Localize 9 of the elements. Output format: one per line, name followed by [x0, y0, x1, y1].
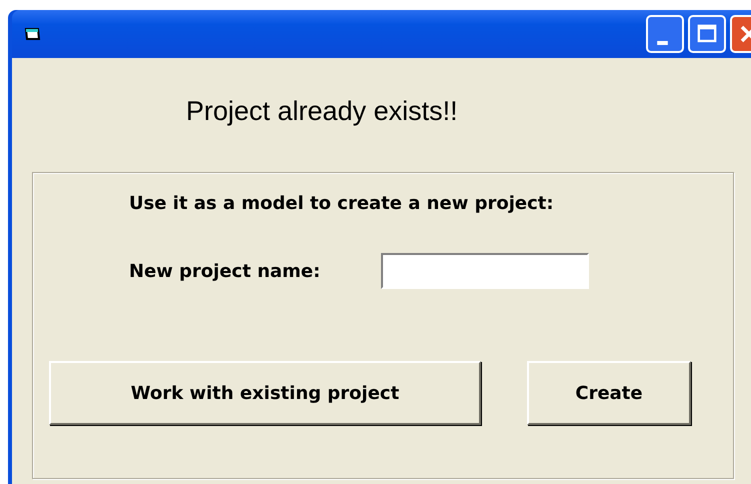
dialog-heading: Project already exists!!: [185, 95, 459, 128]
minimize-button[interactable]: [646, 15, 684, 53]
minimize-icon: [656, 41, 668, 45]
create-button[interactable]: Create: [527, 361, 691, 425]
field-label: New project name:: [129, 260, 322, 282]
project-name-field[interactable]: [381, 253, 589, 289]
work-with-existing-button[interactable]: Work with existing project: [49, 361, 481, 425]
maximize-button[interactable]: [688, 15, 726, 53]
instruction-text: Use it as a model to create a new project:: [129, 193, 555, 216]
